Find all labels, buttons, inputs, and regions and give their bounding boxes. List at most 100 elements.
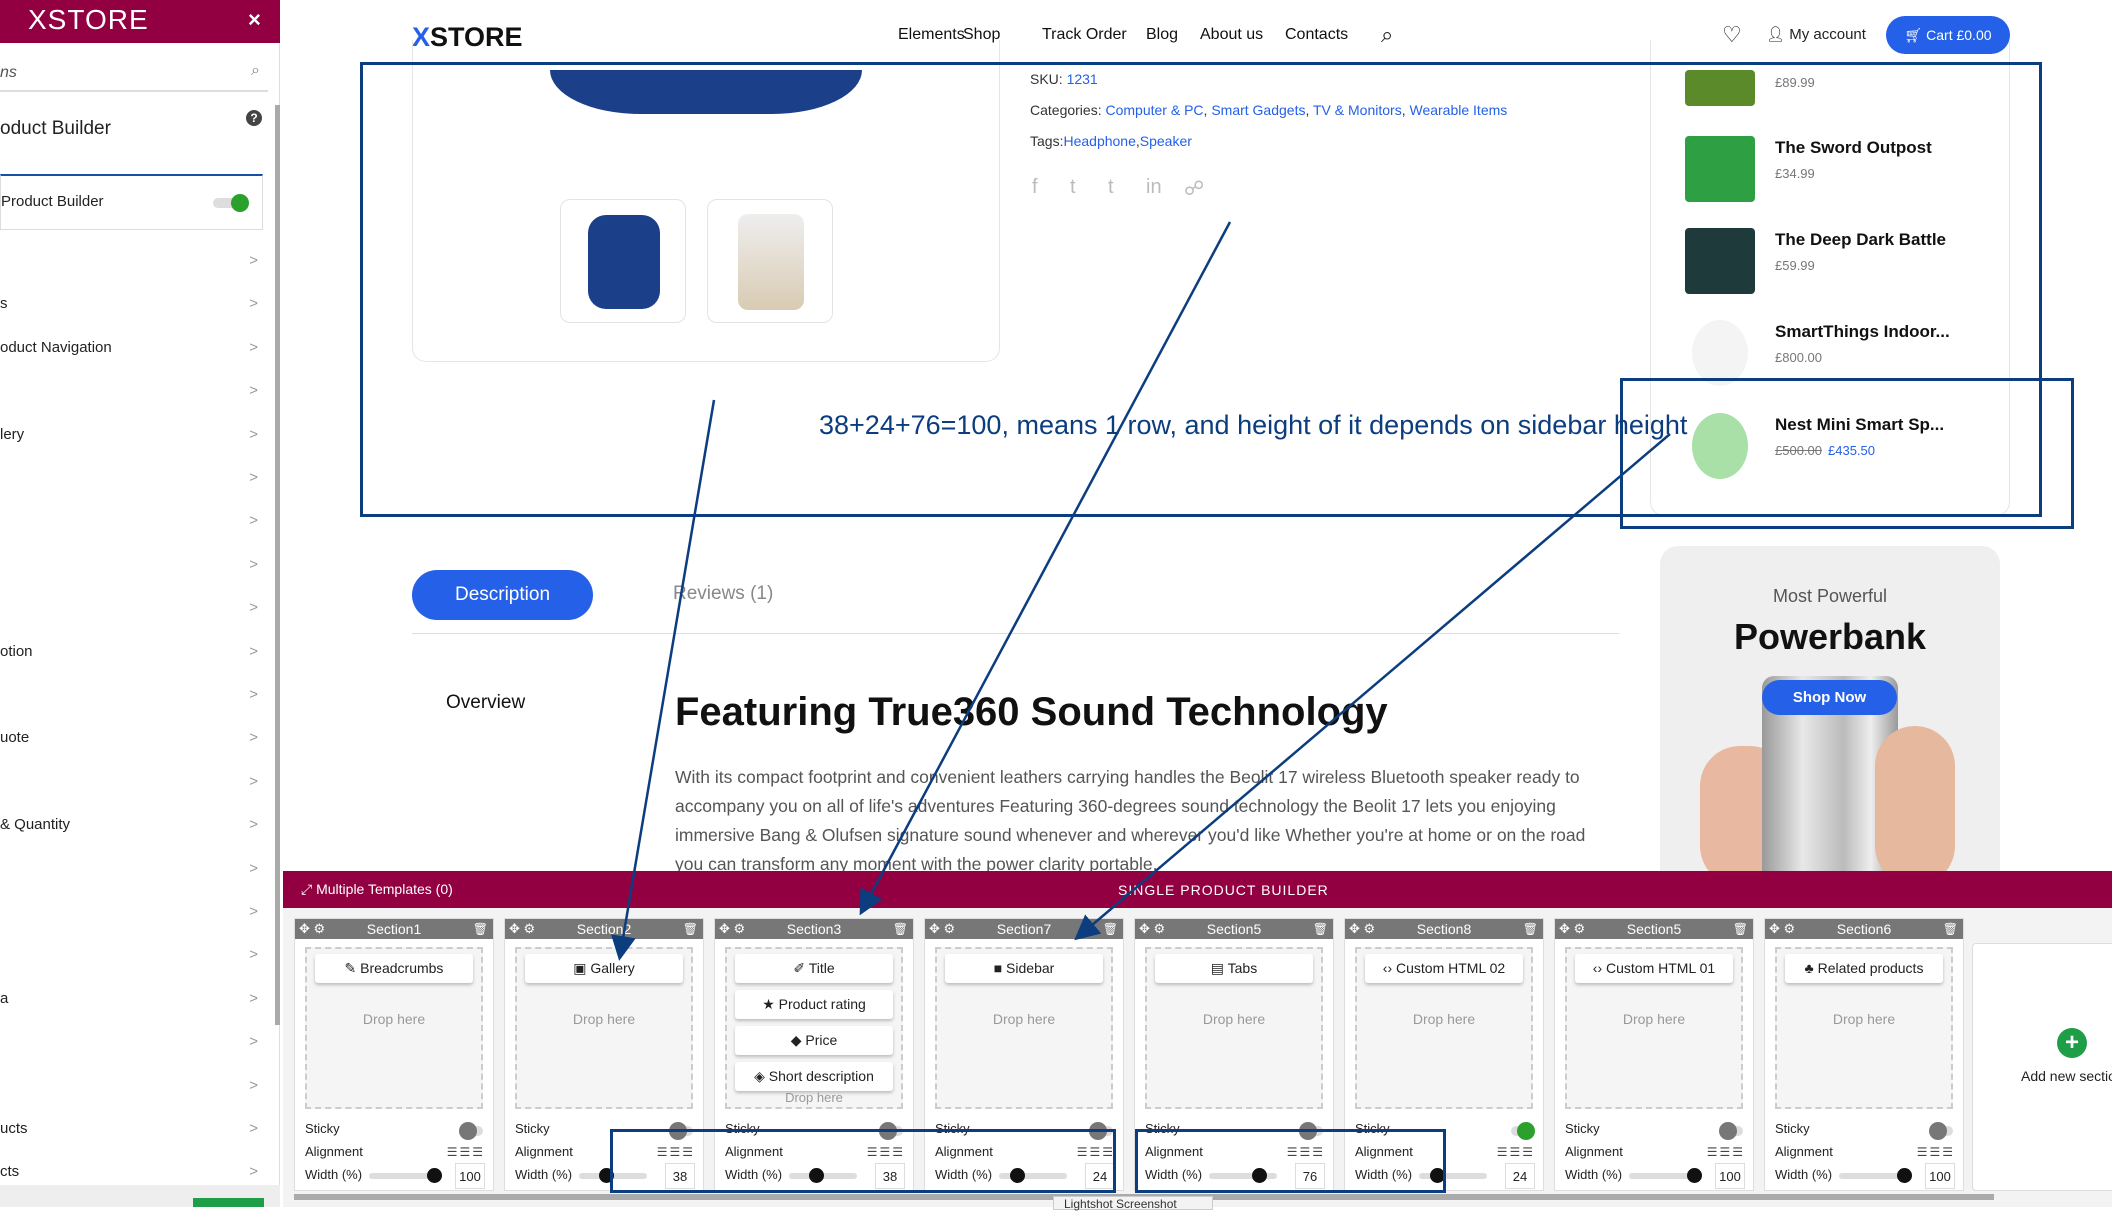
panel-menu-item[interactable]: uote >	[0, 729, 262, 759]
trash-icon[interactable]: 🗑︎	[1313, 919, 1328, 939]
section-header[interactable]: ✥ ⚙ Section3 🗑︎	[715, 919, 913, 939]
panel-menu-item[interactable]: >	[0, 946, 262, 976]
width-slider[interactable]	[369, 1168, 442, 1183]
element-label: Gallery	[590, 960, 635, 976]
builder-section[interactable]: ✥ ⚙ Section1 🗑︎ ✎ Breadcrumbs Drop here Stick…	[294, 918, 494, 1191]
panel-menu-item[interactable]: >	[0, 556, 262, 586]
width-input[interactable]: 100	[1925, 1163, 1955, 1189]
drop-zone[interactable]: ✎ Breadcrumbs Drop here	[305, 947, 483, 1109]
panel-menu-item[interactable]: >	[0, 512, 262, 542]
sticky-toggle[interactable]	[1929, 1122, 1953, 1140]
product-builder-toggle[interactable]	[213, 194, 249, 212]
alignment-buttons[interactable]: ☰☰☰	[1917, 1145, 1955, 1159]
trash-icon[interactable]: 🗑︎	[1103, 919, 1118, 939]
search-icon[interactable]: ⌕	[251, 62, 260, 80]
tab-reviews[interactable]: Reviews (1)	[673, 583, 773, 605]
trash-icon[interactable]: 🗑︎	[473, 919, 488, 939]
width-input[interactable]: 100	[1715, 1163, 1745, 1189]
drop-zone[interactable]: ‹› Custom HTML 01 Drop here	[1565, 947, 1743, 1109]
builder-element[interactable]: ✎ Breadcrumbs	[315, 954, 473, 983]
panel-search-input[interactable]: ns ⌕	[0, 56, 268, 92]
builder-element[interactable]: ◈ Short description	[735, 1062, 893, 1091]
panel-menu-item[interactable]: >	[0, 599, 262, 629]
nav-link[interactable]: Track Order	[1042, 26, 1127, 44]
panel-scrollbar[interactable]	[275, 105, 280, 1025]
width-slider[interactable]	[1839, 1168, 1912, 1183]
width-slider[interactable]	[1629, 1168, 1702, 1183]
panel-menu-item[interactable]: >	[0, 382, 262, 412]
section-header[interactable]: ✥ ⚙ Section7 🗑︎	[925, 919, 1123, 939]
section-header[interactable]: ✥ ⚙ Section6 🗑︎	[1765, 919, 1963, 939]
builder-element[interactable]: ▣ Gallery	[525, 954, 683, 983]
close-icon[interactable]: ×	[248, 7, 261, 33]
panel-menu-item[interactable]: >	[0, 1077, 262, 1107]
panel-menu-item[interactable]: oduct Navigation >	[0, 339, 262, 369]
alignment-buttons[interactable]: ☰☰☰	[1497, 1145, 1535, 1159]
trash-icon[interactable]: 🗑︎	[1523, 919, 1538, 939]
move-settings-icon[interactable]: ✥ ⚙	[929, 919, 955, 939]
panel-menu-item[interactable]: >	[0, 773, 262, 803]
search-icon[interactable]: ⌕	[1381, 22, 1393, 48]
move-settings-icon[interactable]: ✥ ⚙	[299, 919, 325, 939]
section-header[interactable]: ✥ ⚙ Section1 🗑︎	[295, 919, 493, 939]
move-settings-icon[interactable]: ✥ ⚙	[1559, 919, 1585, 939]
panel-menu-item[interactable]: >	[0, 469, 262, 499]
publish-button[interactable]	[193, 1198, 264, 1207]
section-header[interactable]: ✥ ⚙ Section5 🗑︎	[1135, 919, 1333, 939]
sticky-toggle[interactable]	[459, 1122, 483, 1140]
panel-menu-item[interactable]: s >	[0, 295, 262, 325]
shop-now-button[interactable]: Shop Now	[1762, 680, 1897, 715]
section-header[interactable]: ✥ ⚙ Section8 🗑︎	[1345, 919, 1543, 939]
sticky-toggle[interactable]	[1511, 1122, 1535, 1140]
width-input[interactable]: 100	[455, 1163, 485, 1189]
builder-element[interactable]: ◆ Price	[735, 1026, 893, 1055]
move-settings-icon[interactable]: ✥ ⚙	[1139, 919, 1165, 939]
move-settings-icon[interactable]: ✥ ⚙	[509, 919, 535, 939]
width-input[interactable]: 24	[1505, 1163, 1535, 1189]
add-new-section-button[interactable]: + Add new section	[1972, 943, 2112, 1191]
builder-element[interactable]: ‹› Custom HTML 01	[1575, 954, 1733, 983]
drop-zone[interactable]: ♣ Related products Drop here	[1775, 947, 1953, 1109]
builder-element[interactable]: ‹› Custom HTML 02	[1365, 954, 1523, 983]
drop-zone[interactable]: ■ Sidebar Drop here	[935, 947, 1113, 1109]
help-icon[interactable]: ?	[246, 110, 262, 126]
builder-element[interactable]: ★ Product rating	[735, 990, 893, 1019]
panel-menu-item[interactable]: >	[0, 252, 262, 282]
multiple-templates-button[interactable]: ⤢ Multiple Templates (0)	[301, 881, 453, 898]
nav-link[interactable]: Contacts	[1285, 26, 1348, 44]
section-header[interactable]: ✥ ⚙ Section2 🗑︎	[505, 919, 703, 939]
drop-zone[interactable]: ▣ Gallery Drop here	[515, 947, 693, 1109]
panel-menu-item[interactable]: >	[0, 1033, 262, 1063]
nav-link[interactable]: Blog	[1146, 26, 1178, 44]
trash-icon[interactable]: 🗑︎	[1943, 919, 1958, 939]
builder-element[interactable]: ✐ Title	[735, 954, 893, 983]
panel-menu-item[interactable]: >	[0, 903, 262, 933]
trash-icon[interactable]: 🗑︎	[1733, 919, 1748, 939]
move-settings-icon[interactable]: ✥ ⚙	[1769, 919, 1795, 939]
sticky-toggle[interactable]	[1719, 1122, 1743, 1140]
builder-element[interactable]: ▤ Tabs	[1155, 954, 1313, 983]
panel-menu-item[interactable]: a >	[0, 990, 262, 1020]
panel-menu-item[interactable]: ucts >	[0, 1120, 262, 1150]
drop-zone[interactable]: ‹› Custom HTML 02 Drop here	[1355, 947, 1533, 1109]
builder-element[interactable]: ♣ Related products	[1785, 954, 1943, 983]
panel-menu-item[interactable]: lery >	[0, 426, 262, 456]
builder-element[interactable]: ■ Sidebar	[945, 954, 1103, 983]
builder-section[interactable]: ✥ ⚙ Section6 🗑︎ ♣ Related products Drop here…	[1764, 918, 1964, 1191]
panel-menu-item[interactable]: >	[0, 686, 262, 716]
drop-zone[interactable]: ▤ Tabs Drop here	[1145, 947, 1323, 1109]
trash-icon[interactable]: 🗑︎	[683, 919, 698, 939]
drop-zone[interactable]: ✐ Title ★ Product rating ◆ Price ◈ Short de…	[725, 947, 903, 1109]
panel-menu-item[interactable]: >	[0, 860, 262, 890]
move-settings-icon[interactable]: ✥ ⚙	[719, 919, 745, 939]
alignment-buttons[interactable]: ☰☰☰	[447, 1145, 485, 1159]
tab-description[interactable]: Description	[412, 570, 593, 620]
builder-section[interactable]: ✥ ⚙ Section5 🗑︎ ‹› Custom HTML 01 Drop here S…	[1554, 918, 1754, 1191]
panel-menu-item[interactable]: otion >	[0, 643, 262, 673]
section-header[interactable]: ✥ ⚙ Section5 🗑︎	[1555, 919, 1753, 939]
move-settings-icon[interactable]: ✥ ⚙	[1349, 919, 1375, 939]
trash-icon[interactable]: 🗑︎	[893, 919, 908, 939]
nav-link[interactable]: About us	[1200, 26, 1263, 44]
panel-menu-item[interactable]: & Quantity >	[0, 816, 262, 846]
alignment-buttons[interactable]: ☰☰☰	[1707, 1145, 1745, 1159]
